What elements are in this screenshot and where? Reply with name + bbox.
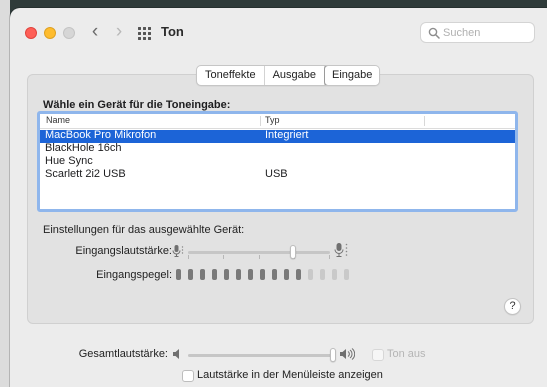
- table-header: Name Typ: [40, 114, 515, 129]
- tab-bar: Toneffekte Ausgabe Eingabe: [196, 65, 381, 86]
- minimize-button[interactable]: [44, 27, 56, 39]
- help-button[interactable]: ?: [504, 298, 521, 315]
- tab-eingabe[interactable]: Eingabe: [324, 66, 380, 85]
- desktop-background: [0, 0, 10, 387]
- show-all-grid-icon[interactable]: [138, 27, 151, 40]
- level-segment: [296, 269, 301, 280]
- level-segment: [212, 269, 217, 280]
- level-segment: [272, 269, 277, 280]
- search-icon: [428, 27, 440, 39]
- zoom-button[interactable]: [63, 27, 75, 39]
- mute-checkbox[interactable]: [372, 349, 384, 361]
- slider-tick: [259, 255, 260, 259]
- input-volume-label: Eingangslautstärke:: [75, 245, 172, 257]
- level-segment: [188, 269, 193, 280]
- output-volume-label: Gesamtlautstärke:: [78, 348, 168, 360]
- tab-ausgabe[interactable]: Ausgabe: [265, 66, 325, 85]
- level-segment: [344, 269, 349, 280]
- level-segment: [176, 269, 181, 280]
- input-device-heading: Wähle ein Gerät für die Toneingabe:: [43, 99, 231, 111]
- slider-knob[interactable]: [290, 245, 296, 259]
- device-name: BlackHole 16ch: [45, 142, 122, 154]
- level-segment: [260, 269, 265, 280]
- slider-tick: [223, 255, 224, 259]
- tab-toneffekte[interactable]: Toneffekte: [197, 66, 265, 85]
- search-field[interactable]: [420, 22, 535, 43]
- microphone-high-icon: [334, 243, 348, 257]
- level-segment: [308, 269, 313, 280]
- input-device-table[interactable]: Name Typ MacBook Pro Mikrofon Integriert…: [37, 111, 518, 212]
- slider-knob[interactable]: [330, 348, 336, 362]
- device-name: Hue Sync: [45, 155, 93, 167]
- input-volume-slider[interactable]: [188, 245, 330, 259]
- column-divider: [260, 116, 261, 126]
- speaker-high-icon: [340, 348, 355, 360]
- device-name: Scarlett 2i2 USB: [45, 168, 126, 180]
- input-level-label: Eingangspegel:: [96, 269, 172, 281]
- level-segment: [284, 269, 289, 280]
- search-input[interactable]: [443, 24, 531, 41]
- output-volume-slider[interactable]: [188, 348, 336, 362]
- level-segment: [224, 269, 229, 280]
- level-segment: [320, 269, 325, 280]
- title-bar: ‹ › Ton: [10, 8, 547, 54]
- chevron-left-icon: ‹: [91, 21, 99, 42]
- level-segment: [200, 269, 205, 280]
- back-button[interactable]: ‹: [86, 22, 104, 44]
- table-row[interactable]: Scarlett 2i2 USB USB: [40, 168, 515, 182]
- column-header-type[interactable]: Typ: [265, 115, 280, 125]
- device-settings-heading: Einstellungen für das ausgewählte Gerät:: [43, 224, 245, 236]
- speaker-low-icon: [173, 349, 179, 359]
- slider-track: [188, 354, 336, 357]
- forward-button[interactable]: ›: [110, 22, 128, 44]
- close-button[interactable]: [25, 27, 37, 39]
- column-divider: [424, 116, 425, 126]
- slider-tick: [188, 255, 189, 259]
- table-row[interactable]: BlackHole 16ch: [40, 142, 515, 156]
- chevron-right-icon: ›: [115, 21, 123, 42]
- level-segment: [332, 269, 337, 280]
- slider-tick: [329, 255, 330, 259]
- show-volume-in-menubar-checkbox[interactable]: [182, 370, 194, 382]
- window-title: Ton: [161, 24, 184, 39]
- show-volume-in-menubar-label: Lautstärke in der Menüleiste anzeigen: [197, 369, 383, 381]
- level-segment: [248, 269, 253, 280]
- device-name: MacBook Pro Mikrofon: [45, 129, 157, 141]
- slider-track: [188, 251, 330, 254]
- mute-label: Ton aus: [387, 348, 426, 360]
- column-header-name[interactable]: Name: [46, 115, 70, 125]
- sound-preferences-window: ‹ › Ton Toneffekte Ausgabe Eingabe Wähle…: [10, 8, 547, 387]
- level-segment: [236, 269, 241, 280]
- microphone-low-icon: [172, 245, 184, 257]
- device-type: Integriert: [265, 129, 309, 141]
- device-type: USB: [265, 168, 288, 180]
